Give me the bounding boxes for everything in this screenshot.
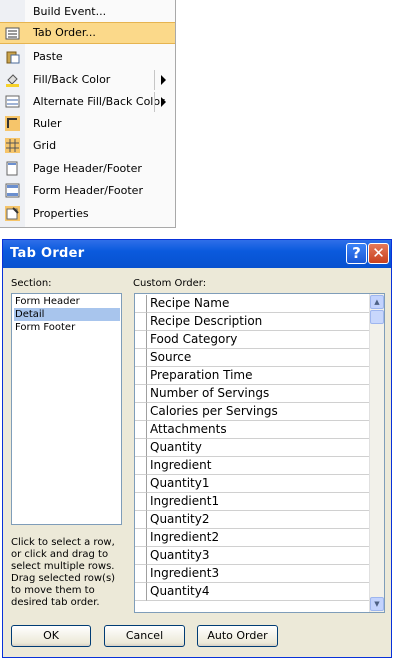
field-row[interactable]: Recipe Description bbox=[147, 313, 369, 331]
field-row[interactable]: Source bbox=[147, 349, 369, 367]
field-row[interactable]: Ingredient bbox=[147, 457, 369, 475]
row-selector[interactable] bbox=[135, 457, 147, 475]
row-selector[interactable] bbox=[135, 403, 147, 421]
section-item-detail[interactable]: Detail bbox=[14, 308, 120, 321]
field-row[interactable]: Quantity bbox=[147, 439, 369, 457]
close-button[interactable]: ✕ bbox=[368, 243, 389, 264]
field-row[interactable]: Preparation Time bbox=[147, 367, 369, 385]
field-row[interactable]: Ingredient3 bbox=[147, 565, 369, 583]
paint-bucket-icon bbox=[5, 72, 20, 87]
cancel-button[interactable]: Cancel bbox=[104, 625, 185, 647]
field-row[interactable]: Quantity1 bbox=[147, 475, 369, 493]
section-list[interactable]: Form Header Detail Form Footer bbox=[11, 293, 122, 525]
menu-item-label: Properties bbox=[33, 207, 89, 220]
tab-order-dialog: Tab Order ? ✕ Section: Form Header Detai… bbox=[2, 239, 392, 658]
page-header-icon bbox=[5, 161, 20, 176]
field-row[interactable]: Recipe Name bbox=[147, 295, 369, 313]
menu-item-grid[interactable]: Grid bbox=[0, 135, 175, 157]
alternate-fill-icon bbox=[5, 94, 20, 109]
row-selector[interactable] bbox=[135, 475, 147, 493]
field-row[interactable]: Attachments bbox=[147, 421, 369, 439]
menu-item-label: Fill/Back Color bbox=[33, 73, 111, 86]
row-selector[interactable] bbox=[135, 367, 147, 385]
paste-icon bbox=[5, 49, 20, 64]
row-selector[interactable] bbox=[135, 385, 147, 403]
auto-order-button[interactable]: Auto Order bbox=[197, 625, 278, 647]
field-row[interactable]: Number of Servings bbox=[147, 385, 369, 403]
row-selector[interactable] bbox=[135, 331, 147, 349]
menu-item-label: Form Header/Footer bbox=[33, 184, 143, 197]
menu-item-ruler[interactable]: Ruler bbox=[0, 113, 175, 135]
submenu-divider bbox=[154, 92, 155, 112]
dialog-title-bar[interactable]: Tab Order ? ✕ bbox=[3, 240, 391, 268]
row-selector[interactable] bbox=[135, 565, 147, 583]
row-selector[interactable] bbox=[135, 583, 147, 601]
menu-item-tab-order[interactable]: Tab Order... bbox=[0, 22, 175, 44]
menu-item-label: Alternate Fill/Back Color bbox=[33, 95, 165, 108]
row-selector[interactable] bbox=[135, 439, 147, 457]
menu-item-label: Grid bbox=[33, 139, 57, 152]
section-item-form-footer[interactable]: Form Footer bbox=[14, 321, 120, 334]
scrollbar-thumb[interactable] bbox=[370, 310, 384, 324]
field-row[interactable]: Quantity2 bbox=[147, 511, 369, 529]
properties-icon bbox=[5, 206, 20, 221]
row-selector[interactable] bbox=[135, 421, 147, 439]
dialog-title: Tab Order bbox=[10, 246, 85, 261]
row-selector[interactable] bbox=[135, 349, 147, 367]
section-label: Section: bbox=[11, 278, 52, 289]
section-item-form-header[interactable]: Form Header bbox=[14, 295, 120, 308]
menu-item-alternate-fill-back-color[interactable]: Alternate Fill/Back Color bbox=[0, 91, 175, 113]
custom-order-label: Custom Order: bbox=[133, 278, 207, 289]
scroll-up-icon[interactable]: ▲ bbox=[370, 295, 384, 309]
menu-item-label: Build Event... bbox=[33, 5, 107, 18]
menu-item-form-header-footer[interactable]: Form Header/Footer bbox=[0, 180, 175, 202]
row-selector[interactable] bbox=[135, 547, 147, 565]
menu-item-paste[interactable]: Paste bbox=[0, 46, 175, 68]
menu-item-build-event[interactable]: Build Event... bbox=[0, 1, 175, 23]
ok-button[interactable]: OK bbox=[11, 625, 91, 647]
menu-item-fill-back-color[interactable]: Fill/Back Color bbox=[0, 69, 175, 91]
submenu-arrow-icon bbox=[161, 97, 166, 107]
row-selector[interactable] bbox=[135, 529, 147, 547]
ruler-icon bbox=[5, 116, 20, 131]
menu-item-label: Paste bbox=[33, 50, 63, 63]
menu-item-label: Page Header/Footer bbox=[33, 162, 142, 175]
field-row[interactable]: Calories per Servings bbox=[147, 403, 369, 421]
vertical-scrollbar[interactable]: ▲ ▼ bbox=[369, 294, 384, 612]
menu-item-properties[interactable]: Properties bbox=[0, 203, 175, 225]
field-row[interactable]: Quantity4 bbox=[147, 583, 369, 601]
field-row[interactable]: Ingredient1 bbox=[147, 493, 369, 511]
context-menu: Build Event... Tab Order... Paste Fill/B… bbox=[0, 0, 176, 228]
field-row[interactable]: Quantity3 bbox=[147, 547, 369, 565]
field-row[interactable]: Ingredient2 bbox=[147, 529, 369, 547]
form-header-icon bbox=[5, 183, 20, 198]
help-button[interactable]: ? bbox=[346, 243, 367, 264]
submenu-arrow-icon bbox=[161, 75, 166, 85]
tab-order-icon bbox=[5, 26, 20, 41]
grid-icon bbox=[5, 138, 20, 153]
menu-item-label: Tab Order... bbox=[33, 26, 96, 39]
submenu-divider bbox=[154, 70, 155, 90]
scroll-down-icon[interactable]: ▼ bbox=[370, 597, 384, 611]
row-selector[interactable] bbox=[135, 313, 147, 331]
menu-item-page-header-footer[interactable]: Page Header/Footer bbox=[0, 158, 175, 180]
menu-item-label: Ruler bbox=[33, 117, 62, 130]
row-selector[interactable] bbox=[135, 511, 147, 529]
field-row[interactable]: Food Category bbox=[147, 331, 369, 349]
custom-order-grid[interactable]: Recipe Name Recipe Description Food Catego… bbox=[134, 293, 385, 613]
row-selector[interactable] bbox=[135, 493, 147, 511]
instructions-text: Click to select a row, or click and drag… bbox=[11, 537, 116, 608]
row-selector[interactable] bbox=[135, 295, 147, 313]
